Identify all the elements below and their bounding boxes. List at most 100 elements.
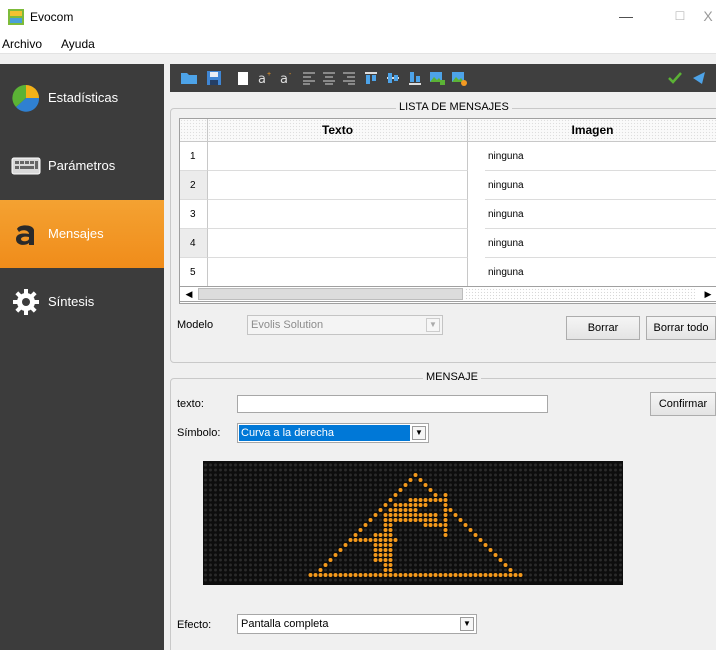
led-off (574, 488, 577, 492)
sidebar-item-sintesis[interactable]: Síntesis (0, 268, 164, 336)
close-button[interactable]: X (700, 5, 716, 27)
led-off (569, 508, 572, 512)
row-number[interactable]: 1 (180, 142, 208, 171)
led-off (474, 518, 477, 522)
image-settings-icon[interactable] (450, 69, 468, 87)
led-off (524, 503, 527, 507)
led-off (529, 563, 532, 567)
led-off (474, 473, 477, 477)
horizontal-scrollbar[interactable]: ◀ ▶ (179, 286, 716, 302)
scroll-right-icon[interactable]: ▶ (700, 287, 716, 301)
led-off (274, 518, 277, 522)
led-off (379, 463, 382, 467)
add-image-icon[interactable] (428, 69, 446, 87)
efecto-select[interactable]: Pantalla completa ▼ (237, 614, 477, 634)
sidebar-item-estadisticas[interactable]: Estadísticas (0, 64, 164, 132)
led-off (564, 533, 567, 537)
row-number[interactable]: 3 (180, 200, 208, 229)
led-on (398, 518, 403, 522)
led-on (403, 503, 408, 507)
minimize-button[interactable]: — (606, 5, 646, 27)
led-on (393, 538, 398, 542)
led-on (353, 538, 358, 542)
table-cell-imagen[interactable]: ninguna (485, 229, 716, 258)
menu-archivo[interactable]: Archivo (2, 37, 42, 51)
valign-top-icon[interactable] (362, 69, 380, 87)
menu-ayuda[interactable]: Ayuda (61, 37, 95, 51)
font-increase-icon[interactable]: a + (256, 69, 274, 87)
table-cell-texto[interactable] (208, 142, 468, 171)
led-off (464, 498, 467, 502)
table-cell-texto[interactable] (208, 171, 468, 200)
align-center-icon[interactable] (320, 69, 338, 87)
blank-page-icon[interactable] (234, 69, 252, 87)
led-off (284, 573, 287, 577)
led-on (338, 573, 343, 577)
led-off (214, 523, 217, 527)
led-off (444, 468, 447, 472)
valign-bottom-icon[interactable] (406, 69, 424, 87)
led-off (404, 578, 407, 582)
led-on (373, 573, 378, 577)
led-off (309, 463, 312, 467)
led-off (209, 563, 212, 567)
led-off (284, 508, 287, 512)
send-icon[interactable] (690, 69, 708, 87)
led-off (244, 568, 247, 572)
led-off (274, 558, 277, 562)
led-off (234, 498, 237, 502)
led-off (319, 578, 322, 582)
row-number[interactable]: 2 (180, 171, 208, 200)
led-off (404, 528, 407, 532)
led-off (204, 578, 207, 582)
table-cell-imagen[interactable]: ninguna (485, 171, 716, 200)
scrollbar-track[interactable] (465, 288, 695, 300)
font-decrease-icon[interactable]: a- (278, 69, 296, 87)
statistics-icon (12, 84, 40, 112)
table-cell-texto[interactable] (208, 200, 468, 229)
align-left-icon[interactable] (300, 69, 318, 87)
align-right-icon[interactable] (340, 69, 358, 87)
led-off (424, 553, 427, 557)
table-cell-imagen[interactable]: ninguna (485, 258, 716, 287)
led-off (589, 528, 592, 532)
led-off (309, 498, 312, 502)
table-cell-imagen[interactable]: ninguna (485, 142, 716, 171)
led-off (484, 473, 487, 477)
texto-input[interactable] (237, 395, 548, 413)
led-off (464, 493, 467, 497)
led-off (489, 533, 492, 537)
led-off (224, 498, 227, 502)
confirmar-button[interactable]: Confirmar (650, 392, 716, 416)
borrar-button[interactable]: Borrar (566, 316, 640, 340)
table-cell-texto[interactable] (208, 258, 468, 287)
scroll-left-icon[interactable]: ◀ (181, 287, 197, 301)
borrar-todo-button[interactable]: Borrar todo (646, 316, 716, 340)
led-off (219, 573, 222, 577)
row-number[interactable]: 5 (180, 258, 208, 287)
sidebar-item-mensajes[interactable]: Mensajes (0, 200, 164, 268)
maximize-button[interactable]: ☐ (660, 5, 700, 27)
modelo-select[interactable]: Evolis Solution ▼ (247, 315, 443, 335)
led-off (584, 478, 587, 482)
led-off (209, 468, 212, 472)
led-off (579, 548, 582, 552)
sidebar-item-parametros[interactable]: Parámetros (0, 132, 164, 200)
open-folder-icon[interactable] (180, 69, 198, 87)
save-icon[interactable] (205, 69, 223, 87)
valign-middle-icon[interactable] (384, 69, 402, 87)
column-header-texto[interactable]: Texto (208, 119, 468, 142)
column-header-imagen[interactable]: Imagen (468, 119, 716, 142)
table-cell-imagen[interactable]: ninguna (485, 200, 716, 229)
led-on (468, 573, 473, 577)
led-off (334, 518, 337, 522)
led-off (324, 468, 327, 472)
led-on (333, 553, 338, 557)
row-number[interactable]: 4 (180, 229, 208, 258)
table-cell-texto[interactable] (208, 229, 468, 258)
scrollbar-thumb[interactable] (198, 288, 463, 300)
led-off (579, 523, 582, 527)
confirm-check-icon[interactable] (666, 69, 684, 87)
simbolo-select[interactable]: Curva a la derecha ▼ (237, 423, 429, 443)
led-off (464, 483, 467, 487)
